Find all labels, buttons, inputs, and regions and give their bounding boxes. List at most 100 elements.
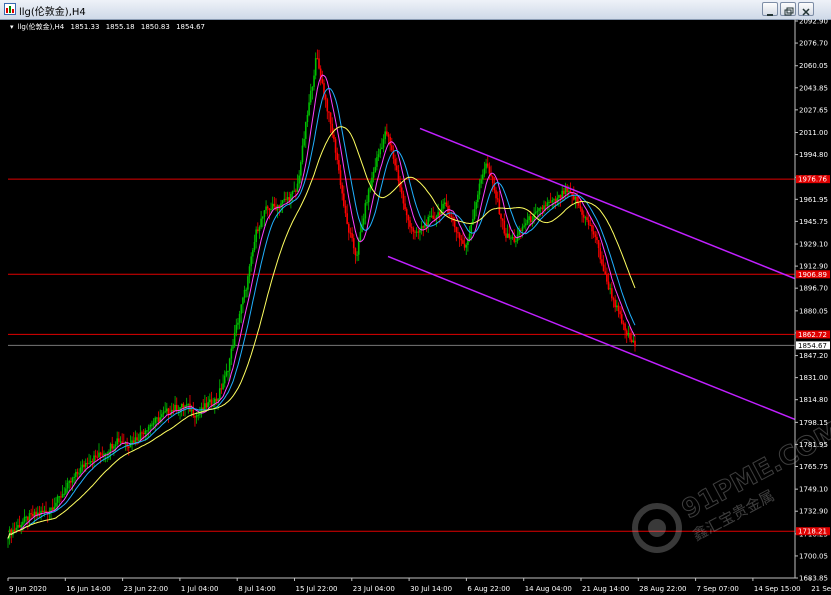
candle-body xyxy=(346,213,348,224)
candle-body xyxy=(450,216,453,218)
candle-body xyxy=(543,205,545,210)
candle-body xyxy=(596,236,598,241)
candle-body xyxy=(66,482,69,489)
title-bar[interactable]: llg(伦敦金),H4 xyxy=(0,0,831,20)
candle-body xyxy=(414,231,416,233)
candle-body xyxy=(496,198,499,200)
candle-body xyxy=(295,190,297,192)
candle-body xyxy=(207,402,209,408)
candle-body xyxy=(377,154,380,158)
channel-lower-line xyxy=(387,255,796,421)
candle-body xyxy=(419,230,421,233)
candle-body xyxy=(528,216,530,220)
candle-body xyxy=(235,324,238,333)
price-label: 1862.72 xyxy=(798,331,827,339)
candle-body xyxy=(564,187,567,195)
price-chart[interactable]: 91PME.COM 鑫汇宝贵金属 2092.902076.702060.0520… xyxy=(0,19,831,595)
minimize-button[interactable] xyxy=(762,2,778,16)
candle-body xyxy=(258,227,261,232)
candle-body xyxy=(460,238,463,241)
candle-body xyxy=(405,209,408,216)
candle-body xyxy=(601,259,603,265)
candle-body xyxy=(109,443,112,452)
candle-body xyxy=(443,202,446,204)
candle-body xyxy=(101,454,104,456)
candle-body xyxy=(271,203,274,209)
candle-body xyxy=(472,218,474,225)
candle-body xyxy=(382,139,385,148)
candle-body xyxy=(394,158,396,166)
candle-body xyxy=(108,451,110,453)
candle-body xyxy=(15,527,18,530)
ma-magenta-line xyxy=(7,74,636,539)
candle-body xyxy=(409,220,411,227)
candle-body xyxy=(99,452,102,455)
time-tick-label: 6 Aug 22:00 xyxy=(467,585,510,593)
candle-body xyxy=(500,214,502,219)
maximize-button[interactable] xyxy=(780,2,796,16)
candle-body xyxy=(144,430,147,435)
candle-body xyxy=(121,441,123,443)
candle-body xyxy=(189,403,191,412)
candle-body xyxy=(81,464,84,468)
candle-body xyxy=(597,240,600,249)
candle-body xyxy=(506,233,509,238)
time-tick-label: 7 Sep 07:00 xyxy=(697,585,739,593)
candle-body xyxy=(548,201,550,203)
candle-body xyxy=(260,218,262,228)
candle-body xyxy=(481,174,484,180)
candle-body xyxy=(324,94,327,100)
candle-body xyxy=(364,203,367,219)
candle-body xyxy=(152,422,155,425)
candle-body xyxy=(190,409,193,412)
candle-body xyxy=(475,202,477,210)
candle-body xyxy=(491,176,494,184)
candle-body xyxy=(65,488,67,494)
window-title: llg(伦敦金),H4 xyxy=(19,7,86,18)
candle-body xyxy=(495,190,497,199)
candle-body xyxy=(197,414,200,416)
candle-body xyxy=(622,323,625,325)
candle-body xyxy=(581,208,583,215)
candle-body xyxy=(334,139,337,153)
candle-body xyxy=(343,193,345,207)
time-tick-label: 21 Sep 23:00 xyxy=(811,585,831,593)
candle-body xyxy=(142,433,145,435)
candle-body xyxy=(386,131,388,135)
candle-body xyxy=(525,223,527,226)
time-tick-label: 23 Jul 04:00 xyxy=(353,585,395,593)
candle-body xyxy=(218,388,221,399)
candle-body xyxy=(94,455,97,457)
candle-body xyxy=(63,493,66,495)
candle-body xyxy=(513,237,516,242)
candle-body xyxy=(371,177,373,187)
candle-body xyxy=(379,149,382,155)
candle-body xyxy=(351,233,353,239)
candle-body xyxy=(238,313,241,323)
price-tick-label: 1781.95 xyxy=(799,441,828,449)
price-tick-label: 1700.05 xyxy=(799,552,828,560)
candle-body xyxy=(58,496,61,498)
candle-body xyxy=(536,210,539,212)
candle-body xyxy=(296,183,299,192)
candle-body xyxy=(118,438,120,442)
close-button[interactable] xyxy=(798,2,814,16)
candle-body xyxy=(602,264,605,272)
candle-body xyxy=(384,131,386,140)
candle-body xyxy=(225,371,228,376)
candle-body xyxy=(288,197,291,202)
price-tick-label: 2043.85 xyxy=(799,84,828,92)
candle-body xyxy=(304,122,307,139)
candle-body xyxy=(584,217,587,219)
candle-body xyxy=(248,266,251,277)
candle-body xyxy=(30,513,32,515)
time-tick-label: 16 Jun 14:00 xyxy=(66,585,110,593)
candle-body xyxy=(397,170,400,182)
time-axis[interactable]: 9 Jun 2020 16 Jun 14:00 23 Jun 22:00 1 Jul … xyxy=(7,578,831,593)
candle-body xyxy=(114,444,117,447)
candle-body xyxy=(529,216,532,223)
candle-body xyxy=(574,196,577,200)
candle-body xyxy=(354,248,357,256)
candle-body xyxy=(511,237,514,239)
candle-body xyxy=(195,415,198,418)
